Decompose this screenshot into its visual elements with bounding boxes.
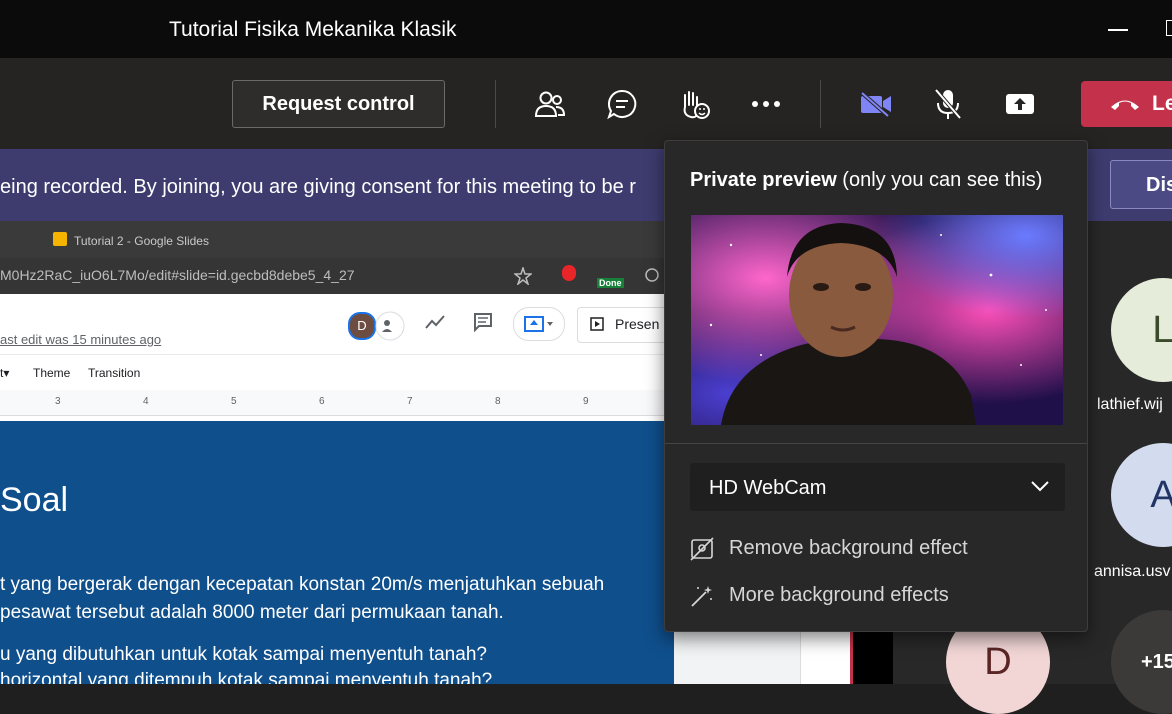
ruler-tick: 8 [495, 396, 501, 407]
magic-wand-icon [691, 586, 712, 607]
menu-item-theme: Theme [33, 366, 71, 380]
meeting-toolbar [0, 58, 1172, 149]
ruler-tick: 9 [583, 396, 589, 407]
more-background-effects-option[interactable]: More background effects [690, 584, 990, 610]
toolbar-divider [495, 80, 496, 128]
ruler-tick: 6 [319, 396, 325, 407]
participant-name: lathief.wij [1097, 396, 1163, 413]
preview-title: Private preview (only you can see this) [690, 169, 1042, 192]
more-background-effects-label: More background effects [729, 584, 949, 606]
raise-hand-icon[interactable] [672, 82, 716, 126]
camera-preview-video [691, 215, 1063, 425]
flyout-divider [665, 443, 1087, 444]
maximize-button[interactable] [1166, 20, 1172, 36]
bookmark-star-icon [514, 267, 532, 285]
remove-background-option[interactable]: Remove background effect [690, 537, 990, 563]
dismiss-button[interactable]: Dis [1110, 160, 1172, 209]
slide-line: horizontal yang ditempuh kotak sampai me… [0, 670, 493, 684]
browser-url: M0Hz2RaC_iuO6L7Mo/edit#slide=id.gecbd8de… [0, 267, 355, 283]
hang-up-icon [1111, 100, 1139, 110]
window-title: Tutorial Fisika Mekanika Klasik [169, 18, 457, 41]
ruler-tick: 5 [231, 396, 237, 407]
leave-button[interactable]: Leave [1081, 81, 1172, 127]
chevron-down-icon [1031, 481, 1049, 492]
collaborator-avatar: D [348, 312, 376, 340]
slide-line: u yang dibutuhkan untuk kotak sampai men… [0, 644, 487, 665]
slides-favicon-icon [53, 232, 67, 246]
microphone-icon[interactable] [926, 82, 970, 126]
slide-line: pesawat tersebut adalah 8000 meter dari … [0, 602, 504, 623]
comments-icon [474, 313, 492, 332]
participants-icon[interactable] [528, 82, 572, 126]
meet-present-button [513, 307, 565, 341]
play-icon [590, 317, 604, 331]
title-bar: Tutorial Fisika Mekanika Klasik [0, 0, 1172, 58]
chat-icon[interactable] [600, 82, 644, 126]
preview-title-bold: Private preview [690, 169, 837, 191]
last-edit-text: ast edit was 15 minutes ago [0, 332, 162, 347]
request-control-button[interactable]: Request control [232, 80, 445, 128]
extension-badge: Done [597, 278, 624, 288]
comment-history-icon [375, 311, 405, 341]
more-options-icon[interactable] [744, 82, 788, 126]
ruler-tick: 3 [55, 396, 61, 407]
ruler-tick: 4 [143, 396, 149, 407]
camera-device-value: HD WebCam [709, 477, 827, 499]
background-off-icon [690, 537, 714, 561]
menu-item: t▾ [0, 366, 10, 380]
slide-canvas: Soal t yang bergerak dengan kecepatan ko… [0, 421, 674, 684]
camera-icon[interactable] [854, 82, 898, 126]
leave-label: Leave [1152, 92, 1172, 115]
ruler-tick: 7 [407, 396, 413, 407]
slide-line: t yang bergerak dengan kecepatan konstan… [0, 574, 605, 595]
preview-title-note: (only you can see this) [836, 169, 1043, 191]
browser-tab-title: Tutorial 2 - Google Slides [74, 234, 209, 248]
recording-banner-text: eing recorded. By joining, you are givin… [0, 176, 636, 198]
menu-item-transition: Transition [88, 366, 141, 380]
extensions-puzzle-icon [645, 268, 659, 282]
present-label: Presen [615, 316, 660, 332]
extension-icon [562, 265, 576, 281]
toolbar-divider [820, 80, 821, 128]
camera-device-dropdown[interactable]: HD WebCam [690, 463, 1065, 511]
present-to-meeting-icon [524, 316, 553, 332]
slide-title: Soal [0, 481, 69, 519]
minimize-button[interactable] [1108, 29, 1128, 31]
dismiss-label: Dis [1146, 174, 1172, 196]
share-screen-icon[interactable] [998, 82, 1042, 126]
activity-trend-icon [425, 315, 445, 329]
remove-background-label: Remove background effect [729, 537, 968, 559]
camera-preview-flyout: Private preview (only you can see this) [664, 140, 1088, 632]
participant-name: annisa.usv [1094, 563, 1171, 580]
